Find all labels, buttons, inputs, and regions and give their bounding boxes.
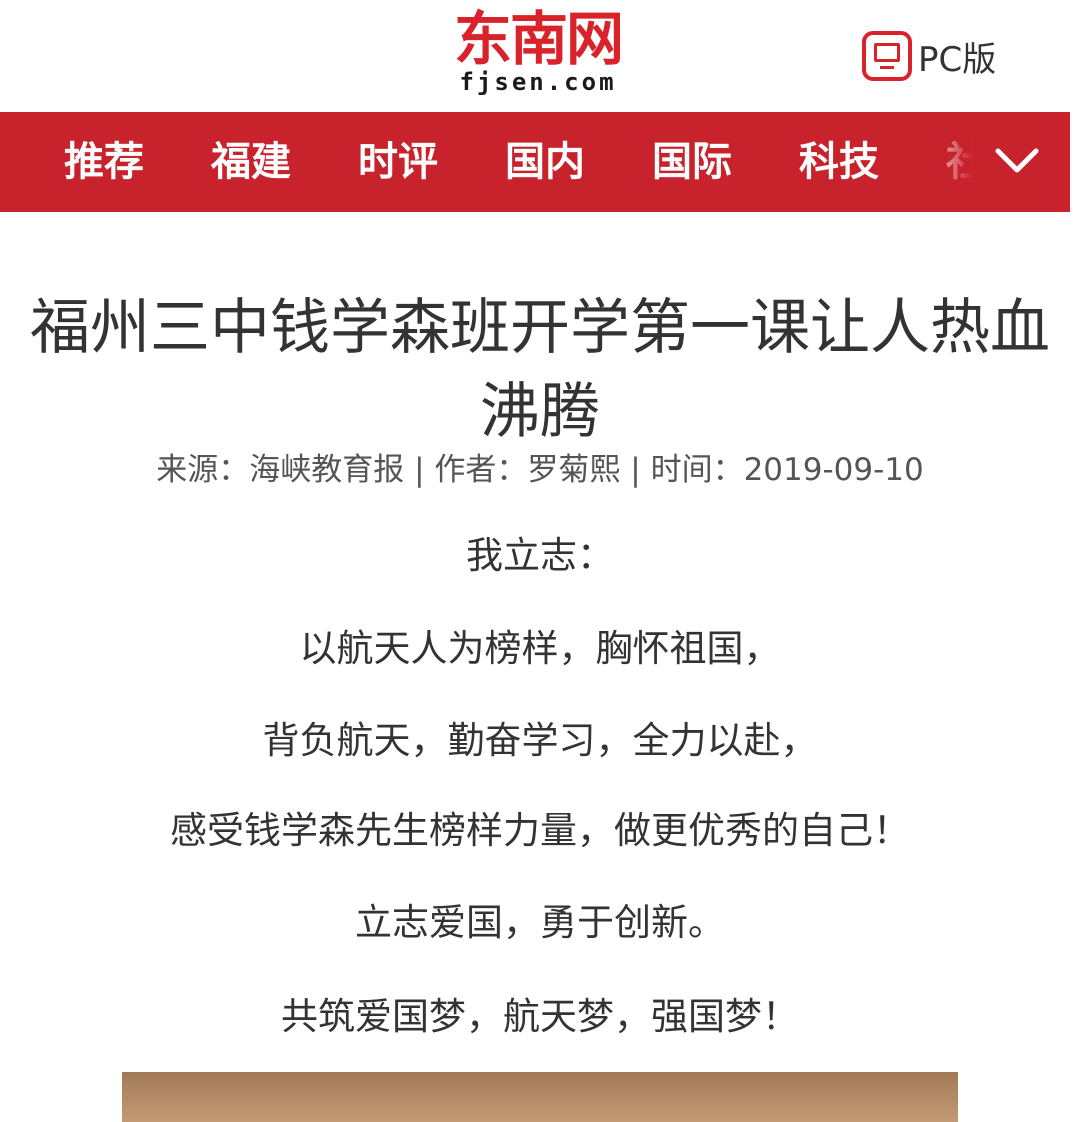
nav-item-commentary[interactable]: 时评 [358, 136, 438, 188]
article-paragraph: 共筑爱国梦，航天梦，强国梦！ [281, 995, 799, 1038]
article-paragraph: 感受钱学森先生榜样力量，做更优秀的自己！ [170, 809, 910, 852]
article-paragraph: 以航天人为榜样，胸怀祖国， [299, 627, 781, 670]
pc-version-button[interactable]: PC版 [862, 28, 996, 84]
nav-item-fujian[interactable]: 福建 [211, 136, 291, 188]
monitor-icon [862, 31, 912, 81]
nav-item-domestic[interactable]: 国内 [505, 136, 585, 188]
article-title: 福州三中钱学森班开学第一课让人热血沸腾 [30, 293, 1050, 448]
nav-item-technology[interactable]: 科技 [799, 136, 879, 188]
article-paragraph: 背负航天，勤奋学习，全力以赴， [262, 719, 818, 762]
nav-expand-button[interactable] [980, 112, 1070, 212]
nav-item-recommend[interactable]: 推荐 [64, 136, 144, 188]
article-paragraph: 我立志： [466, 534, 614, 577]
nav-item-international[interactable]: 国际 [652, 136, 732, 188]
channel-nav: 推荐 福建 时评 国内 国际 科技 社 [0, 112, 1070, 212]
site-header: 东南网 fjsen.com PC版 [0, 0, 1080, 112]
article-paragraph: 立志爱国，勇于创新。 [355, 901, 725, 944]
site-logo[interactable]: 东南网 fjsen.com [438, 8, 638, 96]
logo-chinese-text: 东南网 [453, 5, 624, 73]
pc-version-label: PC版 [918, 39, 997, 80]
logo-domain-text: fjsen.com [459, 68, 617, 96]
article-meta: 来源：海峡教育报 | 作者：罗菊熙 | 时间：2019-09-10 [156, 452, 924, 488]
chevron-down-icon [995, 148, 1039, 173]
